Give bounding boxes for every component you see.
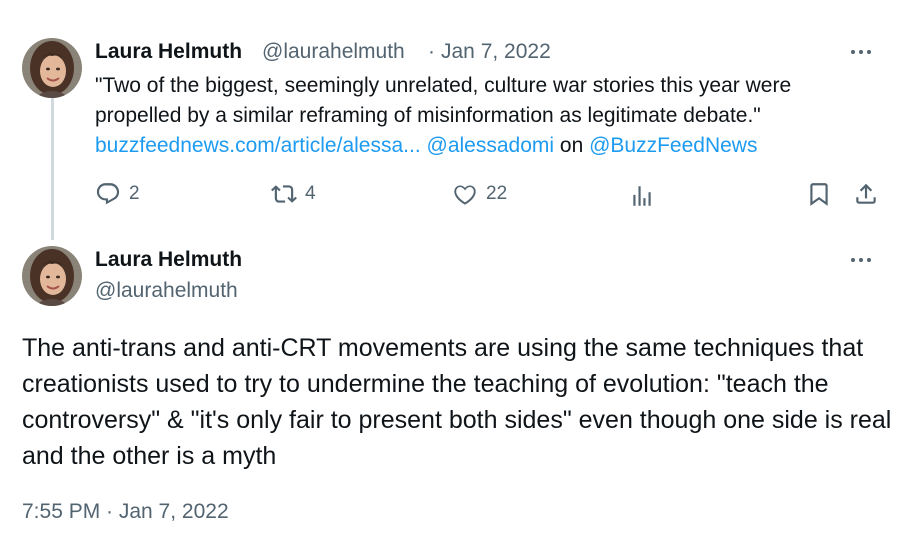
retweet-button[interactable]: 4: [271, 181, 316, 207]
tweet-date[interactable]: Jan 7, 2022: [441, 40, 551, 64]
more-icon[interactable]: [846, 42, 876, 62]
author-name[interactable]: Laura Helmuth: [95, 40, 242, 64]
article-link[interactable]: buzzfeednews.com/article/alessa...: [95, 134, 421, 157]
tweet-timestamp[interactable]: 7:55 PM · Jan 7, 2022: [22, 500, 229, 524]
retweet-count: 4: [305, 183, 316, 204]
avatar[interactable]: [22, 38, 82, 98]
retweet-icon: [271, 185, 297, 203]
share-icon: [856, 183, 876, 204]
heart-icon: [454, 185, 476, 205]
author-name[interactable]: Laura Helmuth: [95, 248, 242, 272]
views-button[interactable]: [629, 183, 655, 209]
author-handle[interactable]: @laurahelmuth: [262, 40, 405, 64]
tweet-links-line: buzzfeednews.com/article/alessa... @ales…: [95, 131, 757, 160]
reply-icon: [96, 183, 120, 205]
tweet-text-line: propelled by a similar reframing of misi…: [95, 104, 761, 127]
bookmark-icon: [810, 183, 828, 206]
thread-line: [51, 98, 54, 240]
more-icon[interactable]: [846, 250, 876, 270]
share-button[interactable]: [853, 181, 879, 207]
mention-link[interactable]: @BuzzFeedNews: [589, 134, 757, 157]
avatar[interactable]: [22, 246, 82, 306]
reply-count: 2: [129, 183, 140, 204]
bookmark-button[interactable]: [806, 181, 832, 207]
analytics-icon: [633, 186, 651, 206]
reply-button[interactable]: 2: [95, 181, 140, 207]
on-word: on: [559, 134, 584, 157]
tweet-text-line: "Two of the biggest, seemingly unrelated…: [95, 74, 792, 97]
author-handle[interactable]: @laurahelmuth: [95, 279, 238, 303]
separator: ·: [428, 40, 435, 63]
like-button[interactable]: 22: [452, 181, 507, 207]
tweet-text: The anti-trans and anti-CRT movements ar…: [22, 334, 892, 470]
mention-link[interactable]: @alessadomi: [427, 134, 555, 157]
like-count: 22: [486, 183, 508, 204]
